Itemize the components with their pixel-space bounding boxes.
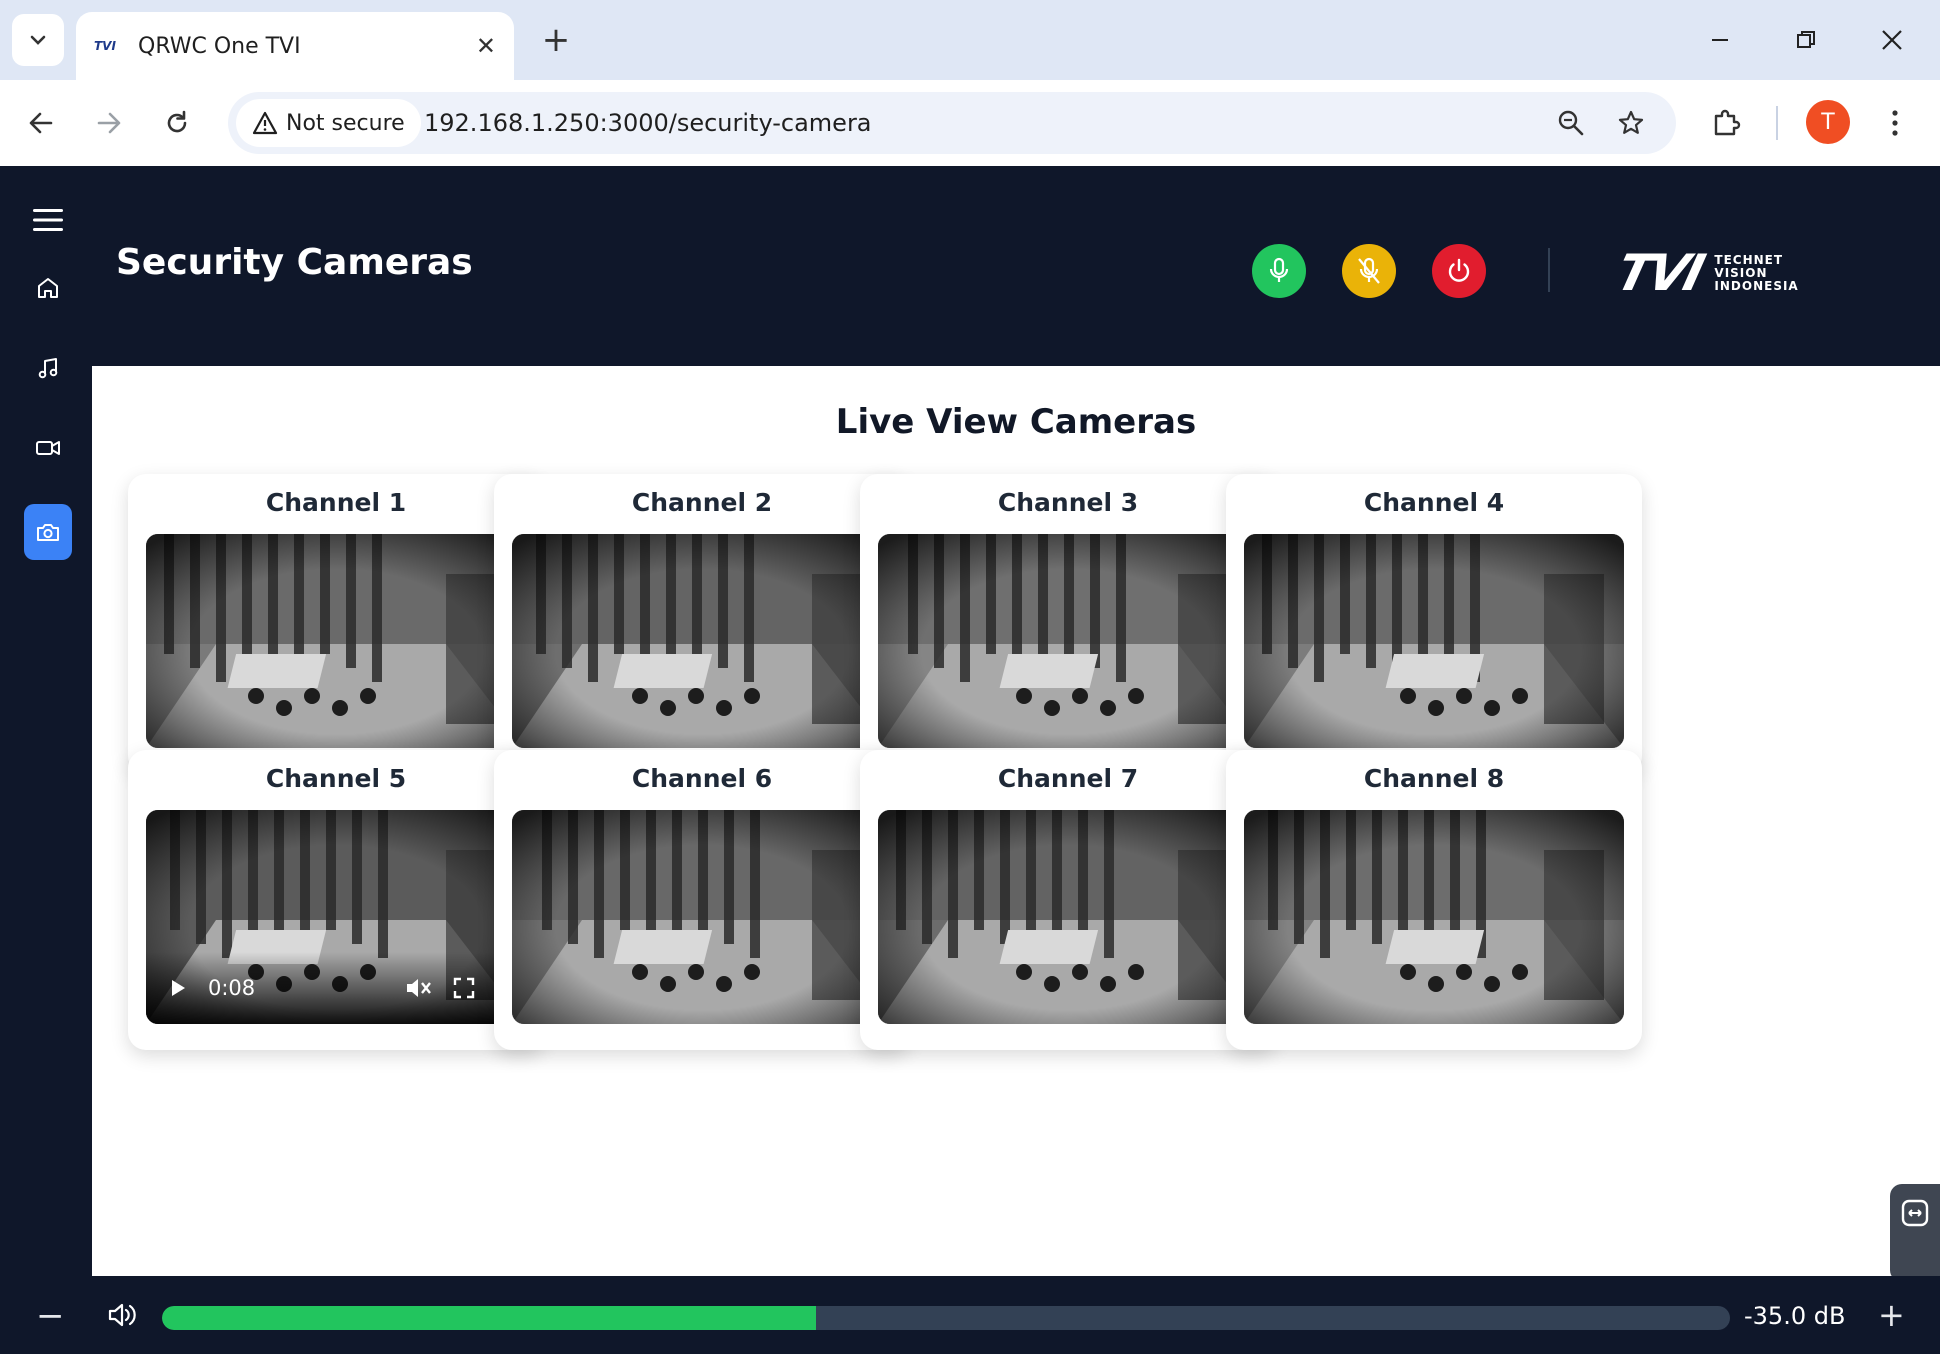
camera-feed[interactable]	[512, 810, 892, 1024]
volume-readout: -35.0 dB	[1744, 1302, 1846, 1330]
camera-feed[interactable]	[878, 810, 1258, 1024]
microphone-button[interactable]	[1252, 244, 1306, 298]
tab-title: QRWC One TVI	[138, 33, 301, 59]
camera-icon	[37, 524, 59, 541]
camera-card: Channel 4	[1226, 474, 1642, 774]
camera-card: Channel 2	[494, 474, 910, 774]
url-text[interactable]: 192.168.1.250:3000/security-camera	[424, 92, 872, 154]
volume-up-button[interactable]: +	[1878, 1296, 1905, 1334]
tvi-favicon-icon: TVI	[94, 39, 116, 53]
sidebar-item-security-camera[interactable]	[24, 504, 72, 560]
app-header: Security Cameras TVI TECHNET VISION INDO…	[92, 166, 1940, 366]
play-icon[interactable]	[168, 977, 188, 999]
camera-feed[interactable]: 0:08	[146, 810, 526, 1024]
tab-close-icon[interactable]: ✕	[476, 32, 496, 60]
star-icon	[1618, 110, 1644, 134]
fullscreen-icon[interactable]	[452, 976, 476, 1000]
browser-menu-button[interactable]	[1872, 100, 1918, 146]
muted-speaker-icon[interactable]	[404, 975, 432, 1001]
browser-tabstrip: TVI QRWC One TVI ✕ +	[0, 0, 1940, 80]
restore-button[interactable]	[1778, 14, 1834, 66]
reload-button[interactable]	[154, 100, 200, 146]
camera-card: Channel 3	[860, 474, 1276, 774]
toolbar-divider	[1776, 106, 1778, 140]
logo-mark: TVI	[1610, 244, 1708, 302]
channel-label: Channel 8	[1363, 764, 1505, 793]
volume-slider[interactable]	[162, 1306, 1730, 1330]
power-button[interactable]	[1432, 244, 1486, 298]
browser-tab[interactable]: TVI QRWC One TVI ✕	[76, 12, 514, 80]
volume-level-fill	[162, 1306, 816, 1330]
camera-feed[interactable]	[1244, 810, 1624, 1024]
music-icon	[38, 358, 58, 379]
mute-microphone-button[interactable]	[1342, 244, 1396, 298]
volume-bar: − -35.0 dB +	[0, 1276, 1940, 1354]
sidebar-item-audio[interactable]	[24, 344, 72, 392]
reload-icon	[167, 110, 187, 133]
browser-toolbar: Not secure 192.168.1.250:3000/security-c…	[0, 80, 1940, 166]
address-bar[interactable]: Not secure 192.168.1.250:3000/security-c…	[228, 92, 1676, 154]
bookmark-button[interactable]	[1610, 102, 1652, 144]
minimize-icon	[1712, 39, 1728, 41]
zoom-out-icon	[1558, 110, 1584, 136]
warning-icon	[252, 111, 278, 135]
puzzle-icon	[1714, 109, 1741, 136]
back-button[interactable]	[18, 100, 64, 146]
power-icon	[1448, 258, 1470, 282]
channel-label: Channel 5	[265, 764, 407, 793]
security-indicator[interactable]: Not secure	[236, 99, 421, 147]
arrow-left-icon	[29, 112, 53, 134]
restore-icon	[1797, 31, 1815, 48]
channel-label: Channel 2	[631, 488, 773, 517]
page-title: Security Cameras	[116, 242, 473, 283]
microphone-icon	[1269, 257, 1289, 282]
extensions-button[interactable]	[1704, 100, 1750, 146]
remote-support-icon	[1901, 1199, 1929, 1227]
camera-feed[interactable]	[512, 534, 892, 748]
logo-company-name: TECHNET VISION INDONESIA	[1714, 252, 1799, 293]
minimize-button[interactable]	[1692, 14, 1748, 66]
microphone-off-icon	[1358, 257, 1380, 284]
home-icon	[38, 278, 58, 298]
channel-label: Channel 4	[1363, 488, 1505, 517]
header-divider	[1548, 248, 1550, 292]
channel-label: Channel 7	[997, 764, 1139, 793]
camera-feed[interactable]	[146, 534, 526, 748]
sidebar-item-home[interactable]	[24, 264, 72, 312]
tab-search-button[interactable]	[12, 14, 64, 66]
chevron-down-icon	[30, 35, 46, 45]
camera-card: Channel 8	[1226, 750, 1642, 1050]
side-panel-tab[interactable]	[1890, 1184, 1940, 1282]
video-time: 0:08	[208, 976, 256, 1000]
video-player-controls: 0:08	[146, 952, 526, 1024]
camera-card: Channel 1	[128, 474, 544, 774]
sidebar	[0, 166, 92, 1354]
main-content: Live View Cameras Channel 1 Channel 2 Chan…	[92, 366, 1940, 1276]
profile-avatar[interactable]: T	[1806, 100, 1850, 144]
channel-label: Channel 6	[631, 764, 773, 793]
forward-button[interactable]	[86, 100, 132, 146]
zoom-button[interactable]	[1550, 102, 1592, 144]
sidebar-item-video[interactable]	[24, 424, 72, 472]
volume-down-button[interactable]: −	[36, 1296, 65, 1336]
camera-card: Channel 7	[860, 750, 1276, 1050]
speaker-icon	[106, 1300, 138, 1334]
camera-card: Channel 5 0:08	[128, 750, 544, 1050]
menu-icon	[33, 209, 63, 231]
close-window-button[interactable]	[1864, 14, 1920, 66]
camera-feed[interactable]	[878, 534, 1258, 748]
close-icon	[1882, 30, 1902, 50]
channel-label: Channel 3	[997, 488, 1139, 517]
video-icon	[36, 441, 60, 455]
tvi-logo: TVI TECHNET VISION INDONESIA	[1611, 244, 1799, 302]
camera-feed[interactable]	[1244, 534, 1624, 748]
security-label: Not secure	[286, 110, 405, 136]
sidebar-menu-toggle[interactable]	[24, 196, 72, 244]
channel-label: Channel 1	[265, 488, 407, 517]
arrow-right-icon	[97, 112, 121, 134]
section-title: Live View Cameras	[835, 402, 1197, 442]
camera-card: Channel 6	[494, 750, 910, 1050]
new-tab-button[interactable]: +	[536, 20, 576, 60]
kebab-menu-icon	[1892, 110, 1898, 136]
